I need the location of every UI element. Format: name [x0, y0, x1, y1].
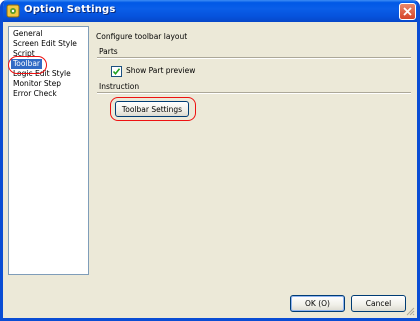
category-item-toolbar[interactable]: Toolbar — [11, 59, 43, 69]
panel-heading: Configure toolbar layout — [96, 32, 188, 41]
instruction-section-label: Instruction — [99, 82, 140, 91]
settings-panel: Configure toolbar layout Parts Show Part… — [93, 26, 415, 276]
cancel-button[interactable]: Cancel — [351, 295, 406, 312]
ok-button[interactable]: OK (O) — [290, 295, 345, 312]
category-item-screen-edit-style[interactable]: Screen Edit Style — [11, 39, 79, 49]
parts-section-label: Parts — [99, 47, 118, 56]
category-item-script[interactable]: Script — [11, 49, 37, 59]
app-gear-icon — [6, 4, 20, 18]
toolbar-settings-button[interactable]: Toolbar Settings — [115, 101, 189, 117]
close-button[interactable] — [399, 3, 416, 20]
show-part-preview-label: Show Part preview — [126, 66, 196, 75]
show-part-preview-checkbox[interactable] — [111, 66, 122, 77]
category-item-logic-edit-style[interactable]: Logic Edit Style — [11, 69, 73, 79]
title-bar[interactable]: Option Settings — [3, 0, 417, 22]
parts-divider — [97, 57, 411, 59]
close-icon — [403, 7, 412, 16]
category-item-error-check[interactable]: Error Check — [11, 89, 59, 99]
window-title: Option Settings — [24, 4, 116, 15]
category-list[interactable]: General Screen Edit Style Script Toolbar… — [8, 26, 89, 275]
checkmark-icon — [112, 68, 121, 76]
category-item-general[interactable]: General — [11, 29, 45, 39]
instruction-divider — [97, 92, 411, 94]
option-settings-window: Option Settings General Screen Edit Styl… — [0, 0, 420, 321]
resize-grip-icon[interactable] — [405, 306, 415, 316]
category-item-monitor-step[interactable]: Monitor Step — [11, 79, 63, 89]
